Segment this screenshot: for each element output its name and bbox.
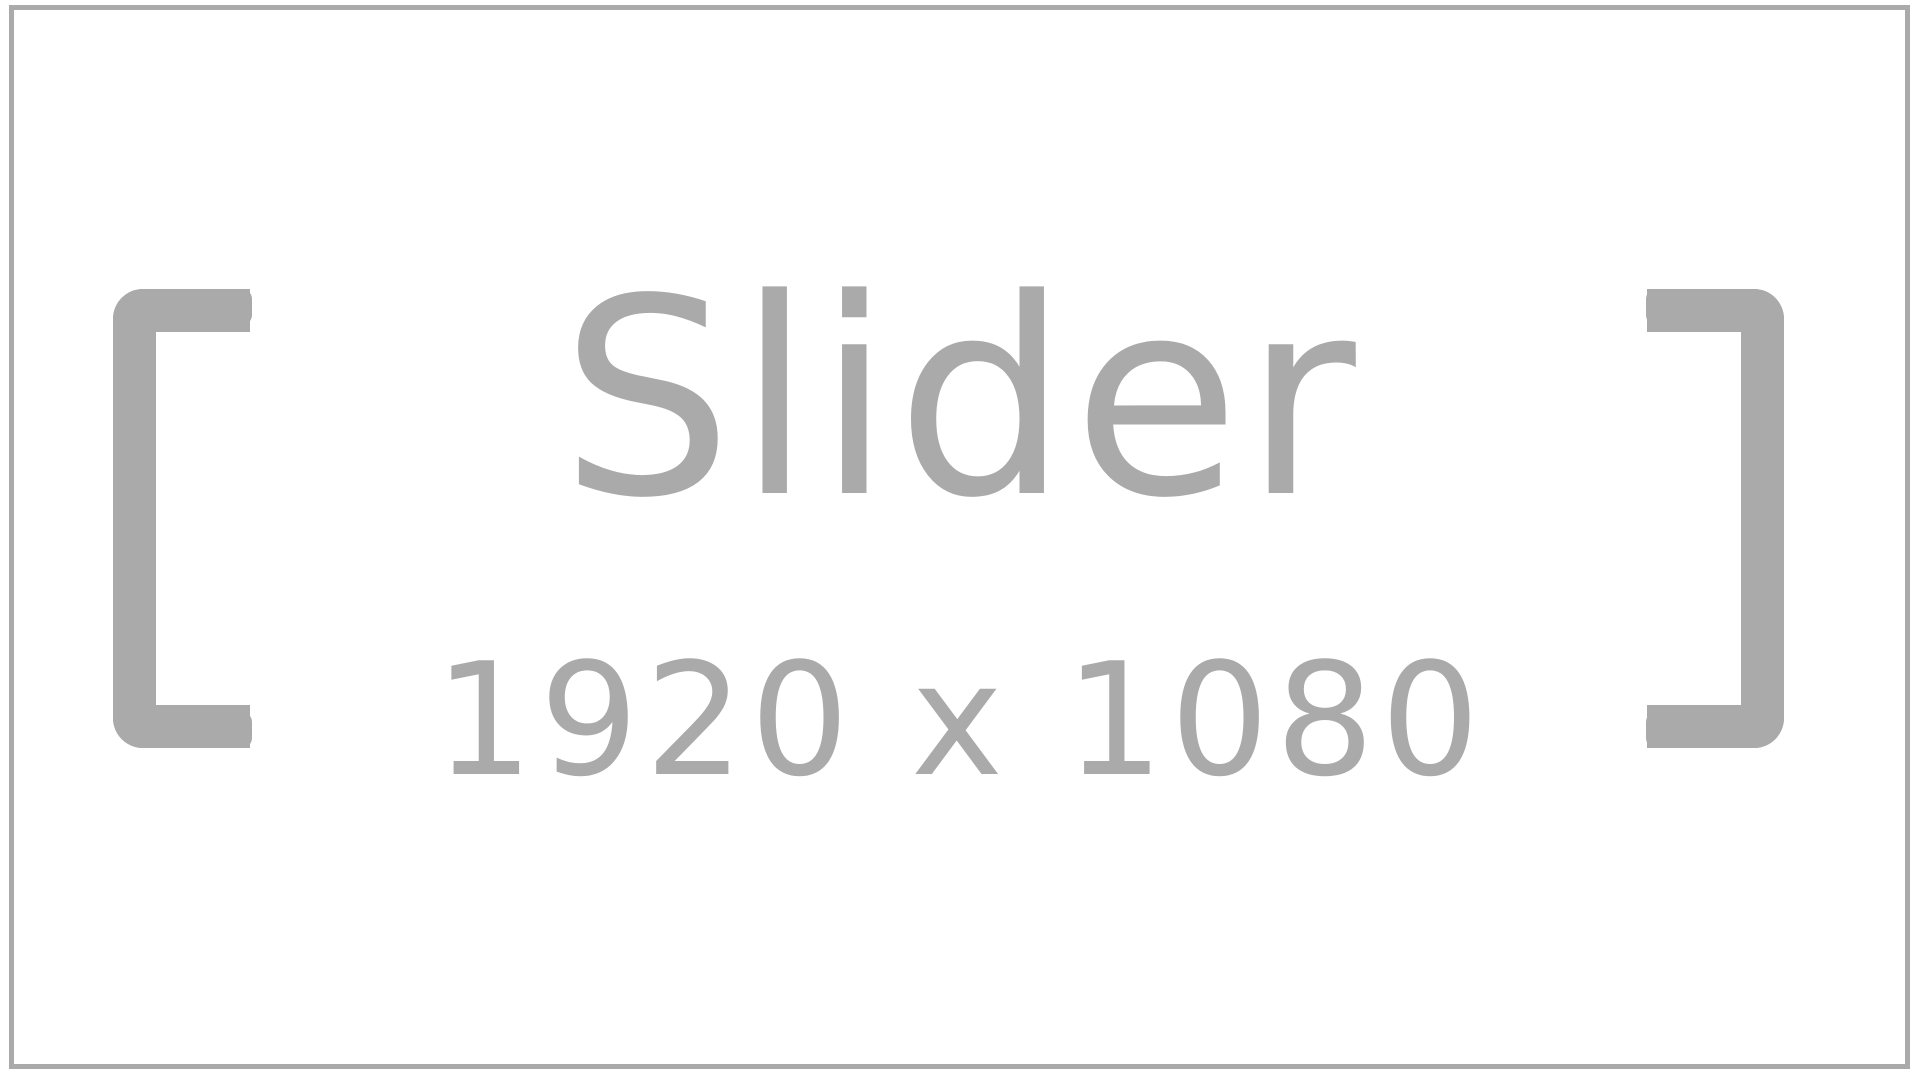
placeholder-dimensions: 1920 x 1080: [434, 629, 1486, 811]
placeholder-title: Slider: [560, 242, 1360, 558]
